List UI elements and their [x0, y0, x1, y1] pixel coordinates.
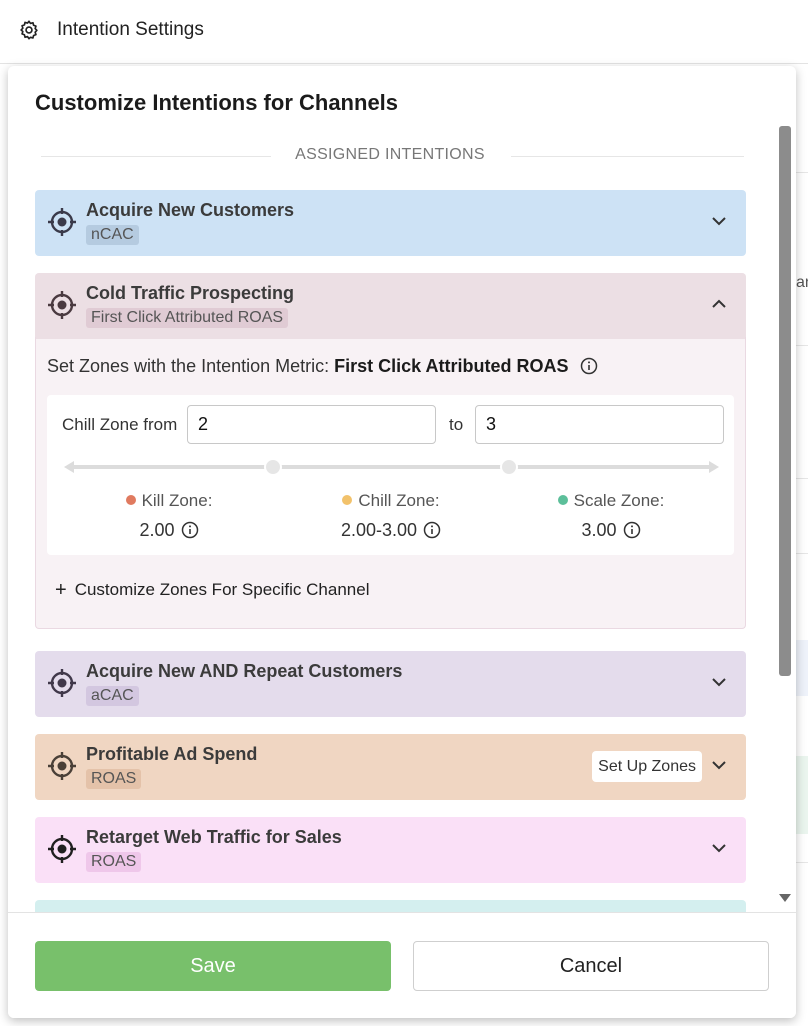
kill-zone-value: 2.00: [139, 520, 175, 540]
background-divider: [796, 553, 808, 554]
target-icon: [48, 291, 76, 319]
intention-metric-tag: nCAC: [86, 225, 139, 245]
kill-zone: Kill Zone: 2.00: [69, 491, 269, 541]
plus-icon: +: [55, 579, 67, 601]
intention-name: Acquire New Customers: [86, 200, 295, 220]
zone-settings-box: Chill Zone from 2 to 3 Kill Zone: 2.00 C…: [47, 395, 734, 555]
scrollbar-thumb[interactable]: [779, 126, 791, 676]
chill-zone-value: 2.00-3.00: [340, 520, 418, 540]
customize-label: Customize Zones For Specific Channel: [74, 580, 370, 599]
card-header[interactable]: Acquire New Customers nCAC: [35, 190, 746, 256]
chill-zone-dot: [342, 495, 353, 505]
intention-name: Cold Traffic Prospecting: [86, 283, 295, 303]
intention-metric-tag: aCAC: [86, 686, 139, 706]
scrollbar[interactable]: [779, 126, 791, 916]
intention-metric-tag: First Click Attributed ROAS: [86, 308, 289, 328]
chevron-down-icon[interactable]: [710, 839, 728, 857]
card-header[interactable]: Retarget Web Traffic for Sales ROAS: [35, 817, 746, 883]
chill-zone: Chill Zone: 2.00-3.00: [291, 491, 491, 541]
kill-zone-label: Kill Zone:: [141, 491, 213, 510]
intention-card-cold-traffic-prospecting[interactable]: Cold Traffic Prospecting First Click Att…: [35, 273, 746, 629]
intention-card-profitable-ad-spend[interactable]: Profitable Ad Spend ROAS Set Up Zones: [35, 734, 746, 800]
save-button[interactable]: Save: [35, 941, 391, 991]
customize-intentions-modal: Customize Intentions for Channels ASSIGN…: [8, 66, 796, 1018]
chevron-down-icon[interactable]: [710, 212, 728, 230]
chill-zone-to-input[interactable]: 3: [475, 405, 724, 444]
target-icon: [48, 835, 76, 863]
scale-zone: Scale Zone: 3.00: [511, 491, 711, 541]
background-divider: [796, 478, 808, 479]
section-divider-right: [511, 156, 744, 157]
metric-name: First Click Attributed ROAS: [334, 356, 569, 376]
target-icon: [48, 208, 76, 236]
intention-name: Acquire New AND Repeat Customers: [86, 661, 403, 681]
target-icon: [48, 752, 76, 780]
metric-prefix: Set Zones with the Intention Metric:: [47, 356, 330, 376]
intentions-scroll-area[interactable]: ASSIGNED INTENTIONS Acquire New Customer…: [8, 128, 796, 976]
modal-title: Customize Intentions for Channels: [35, 90, 399, 115]
info-icon[interactable]: [623, 521, 641, 539]
cancel-button[interactable]: Cancel: [413, 941, 769, 991]
card-header[interactable]: Cold Traffic Prospecting First Click Att…: [35, 273, 746, 339]
chevron-up-icon[interactable]: [710, 295, 728, 313]
page-title: Intention Settings: [57, 19, 204, 40]
background-row: [796, 640, 808, 696]
intention-name: Retarget Web Traffic for Sales: [86, 827, 342, 847]
chill-zone-from-input[interactable]: 2: [187, 405, 436, 444]
customize-zones-link[interactable]: + Customize Zones For Specific Channel: [55, 579, 369, 602]
chevron-down-icon[interactable]: [710, 756, 728, 774]
card-header[interactable]: Acquire New AND Repeat Customers aCAC: [35, 651, 746, 717]
intention-card-acquire-new-and-repeat[interactable]: Acquire New AND Repeat Customers aCAC: [35, 651, 746, 717]
slider-handle-from: [264, 459, 282, 475]
intention-card-retarget-web-traffic[interactable]: Retarget Web Traffic for Sales ROAS: [35, 817, 746, 883]
background-divider: [796, 862, 808, 863]
card-header[interactable]: Profitable Ad Spend ROAS Set Up Zones: [35, 734, 746, 800]
intention-metric-tag: ROAS: [86, 852, 142, 872]
to-label: to: [449, 415, 464, 434]
section-label: ASSIGNED INTENTIONS: [295, 146, 485, 163]
background-text-fragment: an: [796, 274, 808, 291]
chill-zone-from-label: Chill Zone from: [62, 415, 178, 434]
zone-range-slider[interactable]: [64, 459, 719, 475]
slider-handle-to: [500, 459, 518, 475]
background-divider: [796, 172, 808, 173]
background-row: [796, 756, 808, 834]
chill-zone-label: Chill Zone:: [358, 491, 440, 510]
kill-zone-dot: [125, 495, 136, 505]
intention-name: Profitable Ad Spend: [86, 744, 258, 764]
set-up-zones-button[interactable]: Set Up Zones: [592, 751, 702, 782]
info-icon[interactable]: [181, 521, 199, 539]
intention-metric-tag: ROAS: [86, 769, 142, 789]
top-bar: Intention Settings: [0, 0, 808, 64]
scroll-down-arrow-icon[interactable]: [779, 894, 791, 902]
intention-metric-line: Set Zones with the Intention Metric: Fir…: [47, 356, 598, 377]
info-icon[interactable]: [423, 521, 441, 539]
scale-zone-value: 3.00: [581, 520, 617, 540]
chevron-down-icon[interactable]: [710, 673, 728, 691]
intention-card-acquire-new-customers[interactable]: Acquire New Customers nCAC: [35, 190, 746, 256]
gear-icon[interactable]: [18, 19, 40, 41]
background-divider: [796, 345, 808, 346]
info-icon[interactable]: [580, 357, 598, 375]
modal-footer: Save Cancel: [8, 912, 796, 1018]
scale-zone-label: Scale Zone:: [573, 491, 665, 510]
target-icon: [48, 669, 76, 697]
scale-zone-dot: [557, 495, 568, 505]
